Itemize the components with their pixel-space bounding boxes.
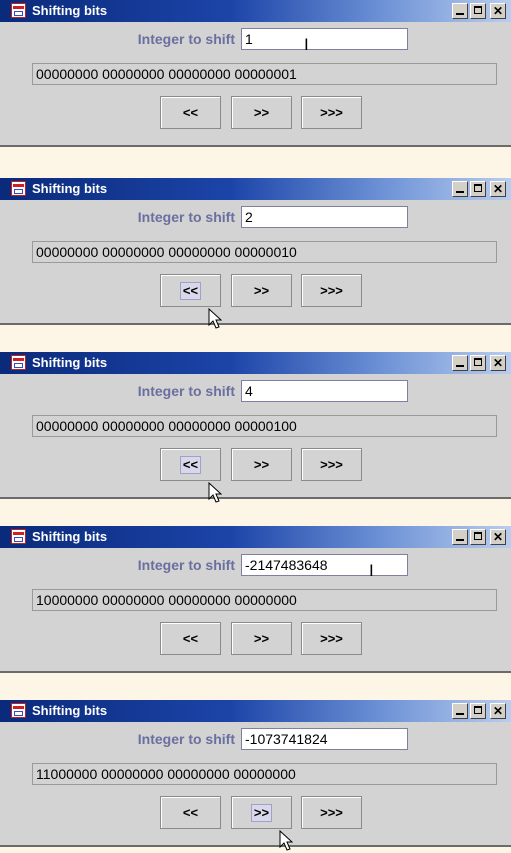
window-title: Shifting bits <box>32 181 108 196</box>
shift-right-button[interactable]: >> <box>231 622 292 655</box>
button-label: >> <box>253 105 270 120</box>
close-icon[interactable]: ✕ <box>490 3 506 19</box>
unsigned-shift-right-button[interactable]: >>> <box>301 448 362 481</box>
maximize-icon[interactable] <box>470 3 486 19</box>
bit-output: 10000000 00000000 00000000 00000000 <box>32 589 497 611</box>
unsigned-shift-right-button[interactable]: >>> <box>301 274 362 307</box>
shift-right-button[interactable]: >> <box>231 274 292 307</box>
button-label: << <box>182 105 199 120</box>
bit-output: 00000000 00000000 00000000 00000100 <box>32 415 497 437</box>
window-title: Shifting bits <box>32 355 108 370</box>
button-label: >> <box>253 631 270 646</box>
button-label: << <box>179 282 202 300</box>
unsigned-shift-right-button[interactable]: >>> <box>301 622 362 655</box>
shift-right-button[interactable]: >> <box>231 96 292 129</box>
ibeam-cursor-icon: I <box>304 35 309 54</box>
unsigned-shift-right-button[interactable]: >>> <box>301 796 362 829</box>
maximize-icon[interactable] <box>470 355 486 371</box>
button-label: >>> <box>320 631 343 646</box>
integer-label: Integer to shift <box>137 209 235 225</box>
button-label: << <box>179 456 202 474</box>
integer-input[interactable]: 1 <box>241 28 408 50</box>
arrow-cursor-icon <box>208 308 222 329</box>
maximize-icon[interactable] <box>470 181 486 197</box>
title-bar[interactable]: Shifting bits ✕ <box>0 178 511 200</box>
close-icon[interactable]: ✕ <box>490 529 506 545</box>
integer-input[interactable]: -2147483648 <box>241 554 408 576</box>
integer-label: Integer to shift <box>137 31 235 47</box>
window-title: Shifting bits <box>32 529 108 544</box>
integer-label: Integer to shift <box>137 383 235 399</box>
java-app-icon <box>11 3 26 18</box>
shift-left-button[interactable]: << <box>160 96 221 129</box>
minimize-icon[interactable] <box>452 703 468 719</box>
unsigned-shift-right-button[interactable]: >>> <box>301 96 362 129</box>
window-title: Shifting bits <box>32 3 108 18</box>
shifting-bits-window: Shifting bits ✕ Integer to shift 1 00000… <box>0 0 511 147</box>
title-bar[interactable]: Shifting bits ✕ <box>0 352 511 374</box>
java-app-icon <box>11 529 26 544</box>
button-label: >> <box>253 457 270 472</box>
integer-label: Integer to shift <box>137 557 235 573</box>
close-icon[interactable]: ✕ <box>490 703 506 719</box>
integer-label: Integer to shift <box>137 731 235 747</box>
minimize-icon[interactable] <box>452 529 468 545</box>
button-label: << <box>182 631 199 646</box>
title-bar[interactable]: Shifting bits ✕ <box>0 526 511 548</box>
shift-right-button[interactable]: >> <box>231 448 292 481</box>
button-label: >> <box>250 804 273 822</box>
shift-right-button[interactable]: >> <box>231 796 292 829</box>
shifting-bits-window: Shifting bits ✕ Integer to shift 2 00000… <box>0 178 511 329</box>
shifting-bits-window: Shifting bits ✕ Integer to shift -214748… <box>0 526 511 673</box>
button-label: >>> <box>320 105 343 120</box>
maximize-icon[interactable] <box>470 703 486 719</box>
arrow-cursor-icon <box>208 482 222 503</box>
button-label: >>> <box>320 805 343 820</box>
title-bar[interactable]: Shifting bits ✕ <box>0 700 511 722</box>
button-label: >>> <box>320 457 343 472</box>
java-app-icon <box>11 355 26 370</box>
bit-output: 00000000 00000000 00000000 00000010 <box>32 241 497 263</box>
button-label: << <box>182 805 199 820</box>
integer-input[interactable]: -1073741824 <box>241 728 408 750</box>
button-label: >> <box>253 283 270 298</box>
close-icon[interactable]: ✕ <box>490 181 506 197</box>
integer-input[interactable]: 4 <box>241 380 408 402</box>
close-icon[interactable]: ✕ <box>490 355 506 371</box>
shifting-bits-window: Shifting bits ✕ Integer to shift -107374… <box>0 700 511 851</box>
minimize-icon[interactable] <box>452 3 468 19</box>
bit-output: 00000000 00000000 00000000 00000001 <box>32 63 497 85</box>
maximize-icon[interactable] <box>470 529 486 545</box>
shift-left-button[interactable]: << <box>160 796 221 829</box>
bit-output: 11000000 00000000 00000000 00000000 <box>32 763 497 785</box>
minimize-icon[interactable] <box>452 355 468 371</box>
ibeam-cursor-icon: I <box>369 561 374 580</box>
shift-left-button[interactable]: << <box>160 622 221 655</box>
shifting-bits-window: Shifting bits ✕ Integer to shift 4 00000… <box>0 352 511 503</box>
java-app-icon <box>11 703 26 718</box>
title-bar[interactable]: Shifting bits ✕ <box>0 0 511 22</box>
arrow-cursor-icon <box>279 830 293 851</box>
integer-input[interactable]: 2 <box>241 206 408 228</box>
window-title: Shifting bits <box>32 703 108 718</box>
minimize-icon[interactable] <box>452 181 468 197</box>
button-label: >>> <box>320 283 343 298</box>
shift-left-button[interactable]: << <box>160 274 221 307</box>
shift-left-button[interactable]: << <box>160 448 221 481</box>
java-app-icon <box>11 181 26 196</box>
